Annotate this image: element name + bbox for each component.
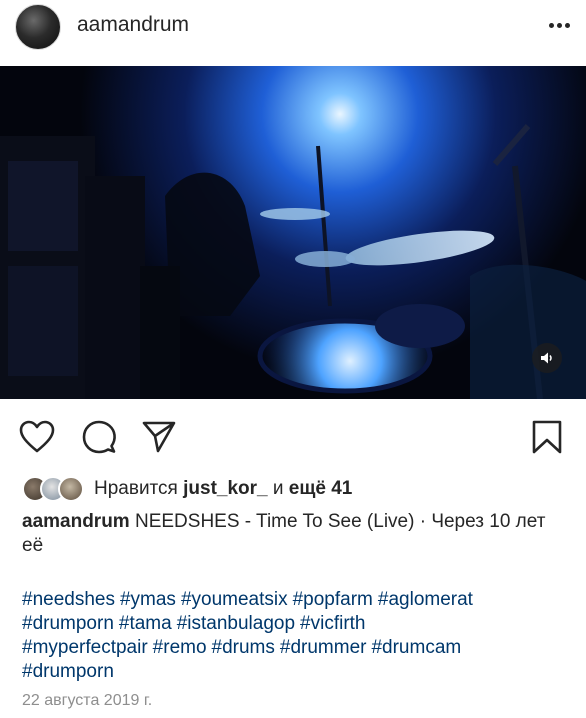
hashtag[interactable]: #aglomerat [378, 589, 473, 610]
hashtag[interactable]: #istanbulagop [177, 613, 295, 634]
hashtag[interactable]: #youmeatsix [181, 589, 288, 610]
bookmark-icon[interactable] [528, 418, 566, 456]
hashtag[interactable]: #needshes [22, 589, 115, 610]
hashtag[interactable]: #ymas [120, 589, 176, 610]
hashtag[interactable]: #vicfirth [300, 613, 365, 634]
hashtag[interactable]: #remo [153, 637, 207, 658]
hashtag[interactable]: #drums [212, 637, 275, 658]
likes-prefix: Нравится [94, 478, 178, 499]
paper-plane-icon[interactable] [140, 418, 178, 456]
header-username[interactable]: aamandrum [77, 13, 189, 37]
hashtag[interactable]: #drummer [280, 637, 367, 658]
liker-username[interactable]: just_kor_ [183, 478, 267, 499]
likes-conj: и [272, 478, 284, 499]
hashtag[interactable]: #tama [119, 613, 172, 634]
hashtag[interactable]: #popfarm [293, 589, 373, 610]
avatar[interactable] [15, 4, 61, 50]
hashtag[interactable]: #myperfectpair [22, 637, 148, 658]
comment-bubble-icon[interactable] [80, 418, 118, 456]
likes-text: Нравится just_kor_ и ещё 41 [94, 478, 352, 500]
post-header: aamandrum [0, 0, 586, 66]
hashtag[interactable]: #drumporn [22, 661, 114, 682]
post-caption: aamandrum NEEDSHES - Time To See (Live) … [22, 510, 567, 558]
heart-icon[interactable] [18, 418, 56, 456]
hashtag-list: #needshes #ymas #youmeatsix #popfarm #aglome… [22, 588, 567, 684]
liker-avatar [58, 476, 84, 502]
hashtag[interactable]: #drumporn [22, 613, 114, 634]
likes-others[interactable]: ещё 41 [289, 478, 353, 499]
post-date: 22 августа 2019 г. [22, 692, 153, 709]
more-options-icon[interactable] [540, 10, 570, 40]
concert-scene [0, 66, 586, 399]
post-video[interactable] [0, 66, 586, 399]
speaker-icon[interactable] [532, 343, 562, 373]
likes-row[interactable]: Нравится just_kor_ и ещё 41 [22, 474, 352, 504]
hashtag[interactable]: #drumcam [371, 637, 461, 658]
action-bar [0, 412, 586, 462]
caption-username[interactable]: aamandrum [22, 511, 130, 532]
